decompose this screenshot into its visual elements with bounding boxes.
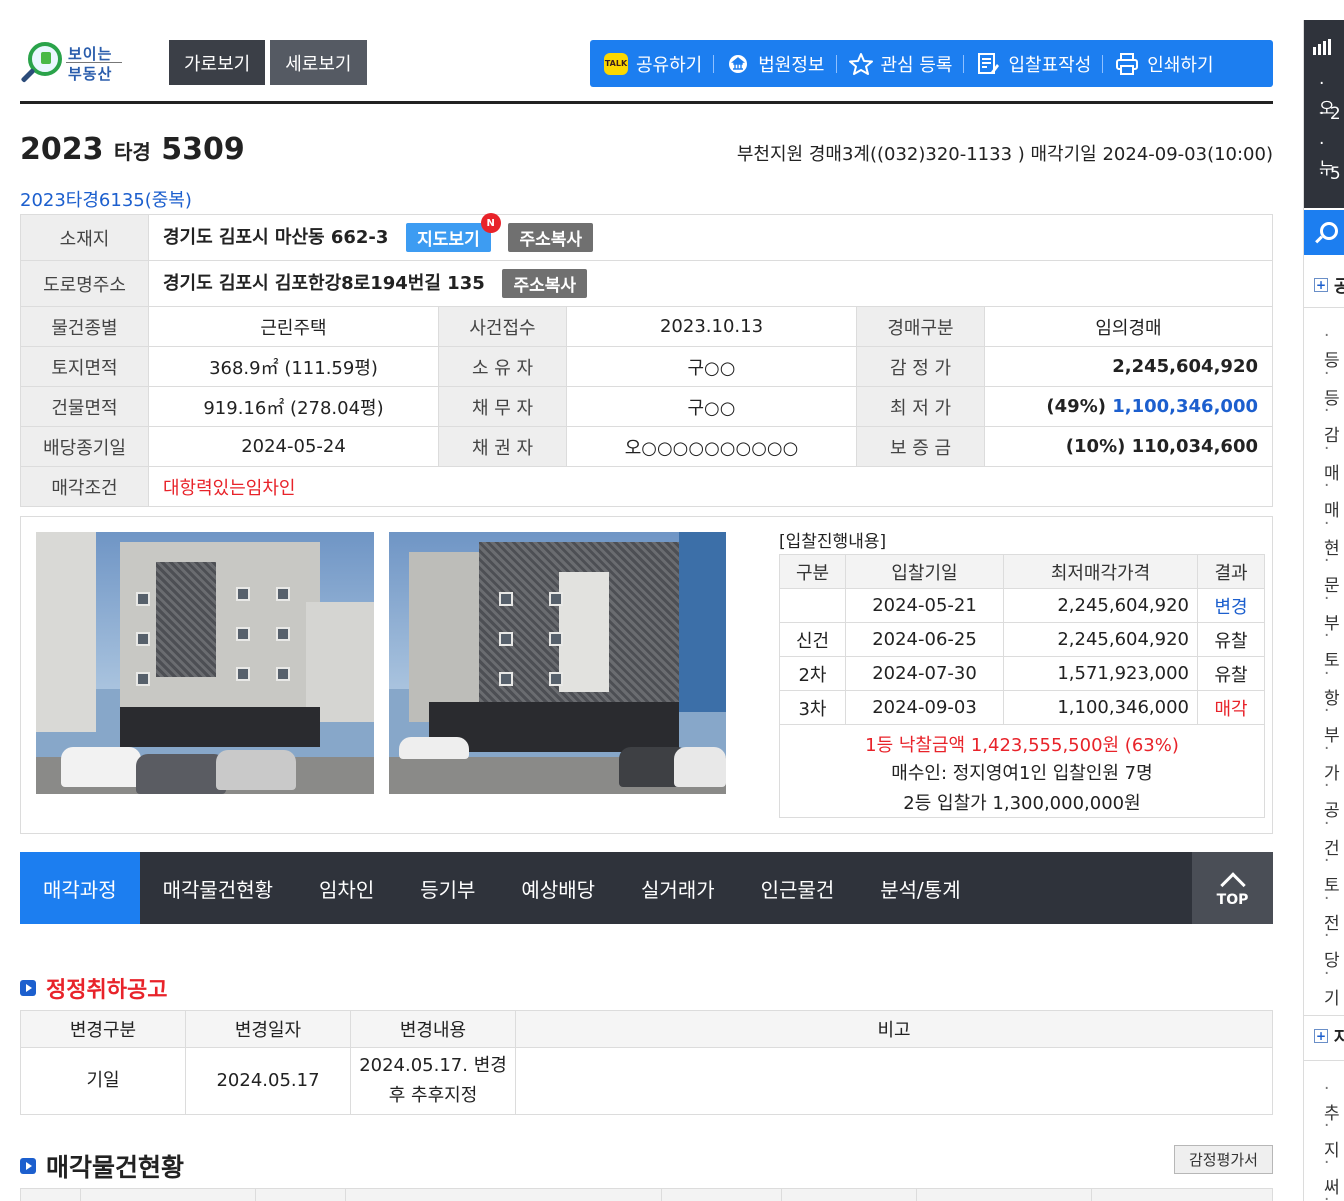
list-item[interactable]: · 누 — [1304, 134, 1344, 179]
sidebar-summary-box: · 오 · 2 · 누 · 5 — [1304, 20, 1344, 208]
table-row: 2차 2024-07-30 1,571,923,000 유찰 — [779, 656, 1265, 691]
court-info-button[interactable]: 법원정보 — [726, 51, 837, 77]
duplicate-case-link[interactable]: 2023타경6135(중복) — [20, 186, 192, 212]
chart-bars-icon — [1304, 20, 1344, 74]
sidebar-group[interactable]: + 공 — [1314, 272, 1344, 297]
form-icon — [976, 52, 1000, 75]
tab-tenants[interactable]: 임차인 — [296, 852, 397, 924]
winning-bid-row: 1등 낙찰금액 1,423,555,500원 (63%) — [779, 724, 1265, 757]
section-bullet-icon — [20, 980, 36, 996]
info-row: 토지면적 368.9㎡ (111.59평) 소 유 자 구○○ 감 정 가 2,… — [20, 346, 1273, 387]
section-title: 정정취하공고 — [46, 978, 168, 1003]
copy-road-address-button[interactable]: 주소복사 — [502, 269, 588, 299]
print-button[interactable]: 인쇄하기 — [1115, 51, 1225, 77]
table-row: 기일 2024.05.17 2024.05.17. 변경 후 추후지정 — [20, 1047, 1273, 1115]
appraisal-report-button[interactable]: 감정평가서 — [1173, 1145, 1273, 1174]
road-address-label: 도로명주소 — [20, 260, 149, 307]
map-view-button[interactable]: 지도보기 N — [406, 213, 501, 253]
tab-analysis[interactable]: 분석/통계 — [857, 852, 983, 924]
second-bid-row: 2등 입찰가 1,300,000,000원 — [779, 787, 1265, 818]
photo-bid-panel: [입찰진행내용] 구분 입찰기일 최저매각가격 결과 2024-05-21 2,… — [20, 516, 1273, 834]
tab-property-status[interactable]: 매각물건현황 — [140, 852, 296, 924]
section-title: 매각물건현황 — [46, 1153, 185, 1182]
section-bullet-icon — [20, 1158, 36, 1174]
buyer-row: 매수인: 정지영여1인 입찰인원 7명 — [779, 757, 1265, 787]
copy-address-button[interactable]: 주소복사 — [508, 223, 594, 253]
bid-history-table: 구분 입찰기일 최저매각가격 결과 2024-05-21 2,245,604,9… — [779, 554, 1265, 818]
location-label: 소재지 — [20, 214, 149, 261]
property-status-section: 매각물건현황 — [20, 1148, 184, 1184]
add-favorite-button[interactable]: 관심 등록 — [848, 51, 965, 77]
page: 보이는 부동산 가로보기 세로보기 TALK 공유하기 법원정보 관심 등록 입… — [20, 0, 1273, 1201]
property-photo[interactable] — [36, 532, 374, 794]
table-row: 신건 2024-06-25 2,245,604,920 유찰 — [779, 622, 1265, 657]
condition-label: 매각조건 — [20, 466, 149, 507]
tab-expected-dividend[interactable]: 예상배당 — [498, 852, 618, 924]
plus-icon: + — [1314, 277, 1328, 292]
vertical-view-button[interactable]: 세로보기 — [270, 40, 367, 85]
bid-form-button[interactable]: 입찰표작성 — [976, 51, 1104, 77]
tab-sale-process[interactable]: 매각과정 — [20, 852, 140, 924]
status-table-header — [20, 1188, 1273, 1201]
search-icon — [1320, 222, 1338, 240]
logo-text-line1: 보이는 — [68, 45, 113, 63]
top-header: 보이는 부동산 가로보기 세로보기 TALK 공유하기 법원정보 관심 등록 입… — [20, 0, 1273, 104]
case-number: 2023 타경 5309 — [20, 132, 245, 167]
sale-condition: 대항력있는임차인 — [148, 466, 1273, 507]
case-heading: 2023 타경 5309 2023타경6135(중복) 부천지원 경매3계((0… — [20, 104, 1273, 214]
table-row: 2024-05-21 2,245,604,920 변경 — [779, 588, 1265, 623]
appraisal-value: 2,245,604,920 — [984, 346, 1273, 387]
sidebar-search-button[interactable] — [1304, 210, 1344, 255]
court-icon — [726, 53, 750, 75]
section-tabs: 매각과정 매각물건현황 임차인 등기부 예상배당 실거래가 인근물건 분석/통계… — [20, 852, 1273, 924]
action-toolbar: TALK 공유하기 법원정보 관심 등록 입찰표작성 인쇄하기 — [590, 40, 1273, 87]
road-address-row: 도로명주소 경기도 김포시 김포한강8로194번길 135 주소복사 — [20, 260, 1273, 307]
correction-section: 정정취하공고 — [20, 972, 167, 1004]
property-photo[interactable] — [389, 532, 726, 794]
tab-nearby-properties[interactable]: 인근물건 — [738, 852, 858, 924]
horizontal-view-button[interactable]: 가로보기 — [169, 40, 266, 85]
site-logo[interactable]: 보이는 부동산 — [20, 40, 122, 86]
scroll-top-button[interactable]: TOP — [1192, 852, 1273, 924]
plus-icon: + — [1314, 1028, 1328, 1043]
tab-real-transactions[interactable]: 실거래가 — [618, 852, 738, 924]
property-info-table: 소재지 경기도 김포시 마산동 662-3 지도보기 N 주소복사 도로명주소 … — [20, 213, 1273, 507]
view-mode-buttons: 가로보기 세로보기 — [169, 40, 367, 85]
bid-history-caption: [입찰진행내용] — [779, 532, 887, 552]
road-address: 경기도 김포시 김포한강8로194번길 135 — [163, 272, 485, 294]
info-row: 건물면적 919.16㎡ (278.04평) 채 무 자 구○○ 최 저 가 (… — [20, 386, 1273, 427]
info-row: 물건종별 근린주택 사건접수 2023.10.13 경매구분 임의경매 — [20, 306, 1273, 347]
location-row: 소재지 경기도 김포시 마산동 662-3 지도보기 N 주소복사 — [20, 213, 1273, 261]
sidebar-link[interactable]: 시 — [1324, 1190, 1344, 1201]
location-address: 경기도 김포시 마산동 662-3 — [163, 226, 389, 248]
kakaotalk-icon: TALK — [604, 52, 628, 75]
bid-history: [입찰진행내용] 구분 입찰기일 최저매각가격 결과 2024-05-21 2,… — [779, 527, 1265, 818]
list-item[interactable]: · 오 — [1304, 74, 1344, 119]
new-badge: N — [480, 213, 501, 234]
court-info-text: 부천지원 경매3계((032)320-1133 ) 매각기일 2024-09-0… — [736, 144, 1273, 165]
list-item[interactable]: · 5 — [1304, 164, 1344, 194]
logo-text-line2: 부동산 — [68, 65, 113, 83]
correction-table: 변경구분 변경일자 변경내용 비고 기일 2024.05.17 2024.05.… — [20, 1010, 1273, 1115]
share-button[interactable]: TALK 공유하기 — [604, 51, 715, 77]
deposit-value: (10%) 110,034,600 — [984, 426, 1273, 467]
minimum-price: (49%) 1,100,346,000 — [984, 386, 1273, 427]
sidebar-group[interactable]: + 자 — [1314, 1023, 1344, 1048]
tab-registry[interactable]: 등기부 — [397, 852, 498, 924]
list-item[interactable]: · 2 — [1304, 104, 1344, 134]
table-row: 3차 2024-09-03 1,100,346,000 매각 — [779, 690, 1265, 725]
star-icon — [848, 52, 873, 75]
info-row: 배당종기일 2024-05-24 채 권 자 오○○○○○○○○○○ 보 증 금… — [20, 426, 1273, 467]
right-sidebar: · 오 · 2 · 누 · 5 + 공 + 자 등등감매매현문부토항부가공건토전… — [1303, 20, 1344, 1201]
printer-icon — [1115, 52, 1139, 75]
sidebar-link[interactable]: 기 — [1324, 964, 1344, 1009]
condition-row: 매각조건 대항력있는임차인 — [20, 466, 1273, 507]
